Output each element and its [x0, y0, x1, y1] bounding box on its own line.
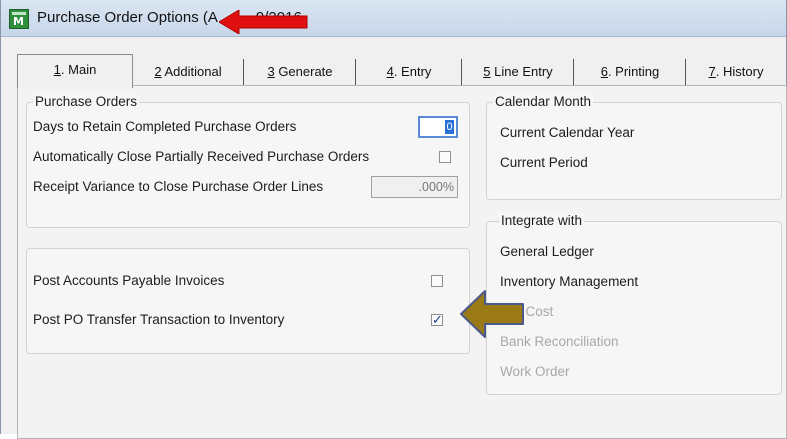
main-tab-page: Purchase Orders Days to Retain Completed…: [17, 85, 787, 439]
posting-group: Post Accounts Payable Invoices Post PO T…: [26, 248, 470, 354]
tab-strip: 1. Main 2 Additional 3 Generate 4. Entry…: [17, 54, 787, 88]
tab-generate[interactable]: 3 Generate: [245, 59, 356, 85]
auto-close-label: Automatically Close Partially Received P…: [33, 149, 370, 164]
tab-main[interactable]: 1. Main: [17, 54, 133, 88]
post-ap-invoices-label: Post Accounts Payable Invoices: [33, 273, 225, 288]
post-po-transfer-label: Post PO Transfer Transaction to Inventor…: [33, 312, 285, 327]
purchase-order-options-window: M Purchase Order Options (A9/2016 1. Mai…: [0, 0, 787, 439]
days-to-retain-label: Days to Retain Completed Purchase Orders: [33, 119, 297, 134]
gold-arrow-annotation-icon: [460, 290, 524, 338]
auto-close-checkbox[interactable]: [439, 151, 451, 163]
current-calendar-year-label: Current Calendar Year: [500, 125, 635, 140]
purchase-orders-group: Purchase Orders Days to Retain Completed…: [26, 94, 470, 228]
calendar-month-title: Calendar Month: [493, 94, 594, 109]
purchase-orders-title: Purchase Orders: [33, 94, 140, 109]
tab-history[interactable]: 7. History: [687, 59, 785, 85]
current-period-label: Current Period: [500, 155, 588, 170]
checkmark-icon: ✓: [432, 312, 443, 327]
tab-entry[interactable]: 4. Entry: [357, 59, 462, 85]
integrate-work-order: Work Order: [500, 364, 570, 379]
title-bar[interactable]: M Purchase Order Options (A9/2016: [1, 0, 786, 37]
receipt-variance-field: .000%: [371, 176, 458, 198]
integrate-inventory-management: Inventory Management: [500, 274, 639, 289]
integrate-general-ledger: General Ledger: [500, 244, 594, 259]
post-po-transfer-checkbox[interactable]: ✓: [431, 312, 443, 327]
post-ap-invoices-checkbox[interactable]: [431, 275, 443, 287]
tab-additional[interactable]: 2 Additional: [133, 59, 244, 85]
tab-line-entry[interactable]: 5 Line Entry: [463, 59, 574, 85]
calendar-month-group: Calendar Month Current Calendar Year Cur…: [486, 94, 782, 200]
app-icon: M: [9, 9, 29, 29]
integrate-with-group: Integrate with General Ledger Inventory …: [486, 213, 782, 395]
tab-printing[interactable]: 6. Printing: [575, 59, 686, 85]
receipt-variance-label: Receipt Variance to Close Purchase Order…: [33, 179, 324, 194]
days-to-retain-input[interactable]: 0: [418, 116, 458, 138]
dialog-content: 1. Main 2 Additional 3 Generate 4. Entry…: [1, 37, 787, 439]
red-arrow-annotation-icon: [219, 10, 308, 34]
integrate-with-title: Integrate with: [499, 213, 585, 228]
